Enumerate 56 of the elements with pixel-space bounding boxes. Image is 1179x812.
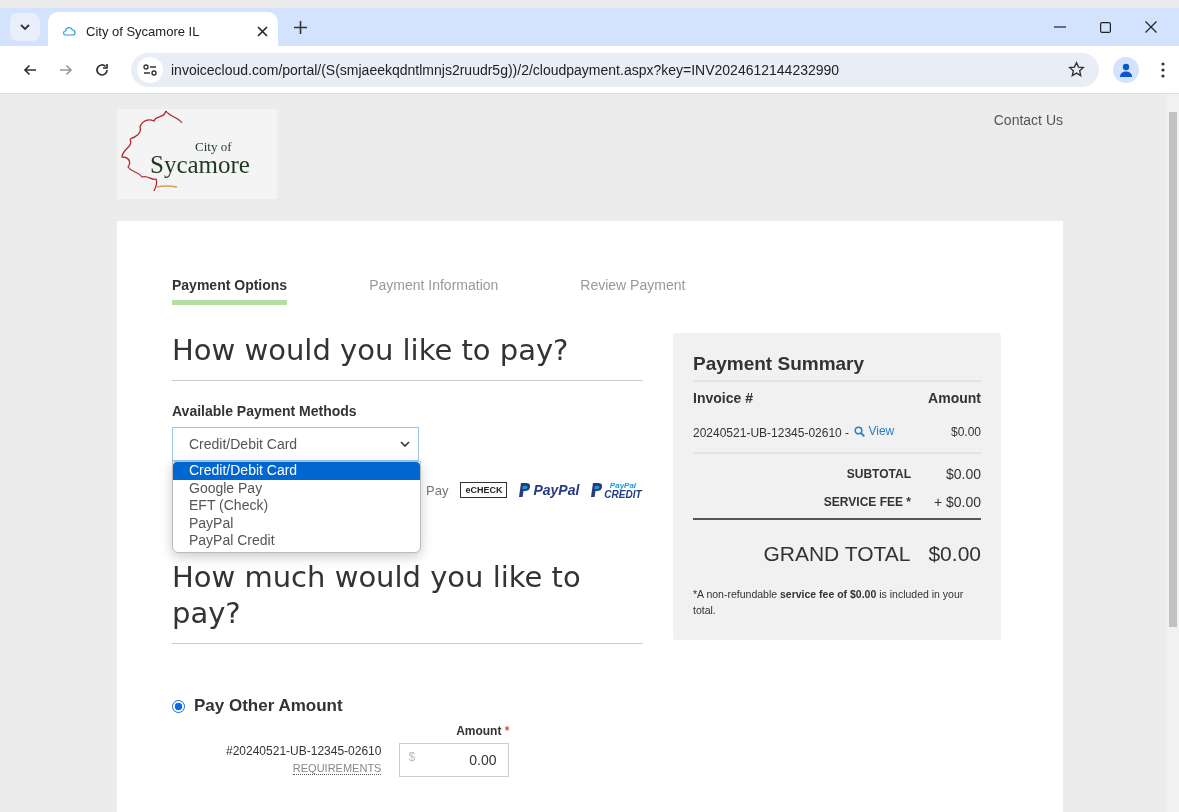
maximize-icon[interactable] [1100, 21, 1111, 33]
close-icon[interactable] [257, 25, 268, 37]
scrollbar[interactable] [1167, 94, 1179, 812]
more-menu-icon[interactable] [1161, 61, 1165, 78]
requirements-link[interactable]: REQUIREMENTS [292, 762, 382, 776]
step-tab[interactable]: Payment Options [172, 277, 288, 305]
url-text: invoicecloud.com/portal/(S(smjaeekqdntlmnjs2ruudr5g))/2/cloudpayment.aspx?key=INV2024612144232990 [171, 61, 841, 78]
field-label: Amount [456, 724, 502, 739]
panel-title: Payment Summary [693, 353, 981, 382]
echeck-logo: eCHECK [460, 482, 508, 499]
section-heading: How much would you like to pay? [172, 560, 582, 632]
column-header: Invoice # [693, 390, 753, 406]
star-icon[interactable] [1068, 61, 1085, 78]
paypal-credit-logo: PayPal CREDIT [591, 481, 642, 499]
google-pay-logo: Pay [426, 482, 449, 498]
tab-title: City of Sycamore IL [86, 23, 201, 39]
radio-button[interactable] [172, 699, 185, 713]
dropdown-option[interactable]: EFT (Check) [173, 497, 420, 515]
service-fee-label: SERVICE FEE * [823, 494, 911, 509]
invoice-number: 20240521-UB-12345-02610 - [693, 425, 850, 440]
column-header: Amount [928, 390, 981, 406]
reload-icon[interactable] [95, 62, 109, 77]
invoice-number: #20240521-UB-12345-02610 [226, 744, 382, 759]
paypal-logo: PayPal [519, 482, 580, 499]
field-label: Available Payment Methods [172, 403, 358, 420]
cloud-icon [62, 26, 76, 36]
payment-method-select[interactable]: Credit/Debit Card [172, 427, 419, 462]
view-link[interactable]: View [854, 424, 895, 438]
logo-text: City of [195, 139, 232, 155]
chevron-down-icon [400, 441, 410, 448]
site-info-icon[interactable] [137, 56, 163, 83]
subtotal-label: SUBTOTAL [846, 466, 911, 481]
dropdown-option[interactable]: Credit/Debit Card [173, 462, 420, 480]
invoice-amount: $0.00 [950, 424, 981, 439]
amount-input-field[interactable]: $ 0.00 [399, 743, 510, 778]
grand-total-value: $0.00 [928, 541, 981, 566]
contact-us-link[interactable]: Contact Us [993, 112, 1063, 221]
dropdown-option[interactable]: Google Pay [173, 479, 420, 498]
tab-list-button[interactable] [10, 13, 40, 41]
address-bar[interactable]: invoicecloud.com/portal/(S(smjaeekqdntlmnjs2ruudr5g))/2/cloudpayment.aspx?key=INV2024612144232990 [131, 52, 1099, 87]
service-fee-value: + $0.00 [932, 493, 981, 510]
dropdown-option[interactable]: PayPal [173, 514, 420, 533]
close-icon[interactable] [1145, 21, 1157, 33]
forward-icon[interactable] [59, 63, 73, 76]
subtotal-value: $0.00 [944, 465, 981, 482]
radio-label: Pay Other Amount [194, 696, 343, 717]
chevron-down-icon [19, 23, 31, 31]
required-mark: * [504, 724, 510, 739]
grand-total-label: GRAND TOTAL [763, 541, 911, 566]
back-icon[interactable] [23, 63, 37, 76]
dropdown-option[interactable]: PayPal Credit [173, 532, 420, 550]
new-tab-icon[interactable] [294, 20, 307, 34]
fee-note: *A non-refundable service fee of $0.00 is included in your total. [693, 586, 965, 618]
search-icon[interactable] [854, 425, 866, 437]
profile-avatar-icon[interactable] [1113, 56, 1139, 83]
section-heading: How would you like to pay? [172, 333, 570, 369]
